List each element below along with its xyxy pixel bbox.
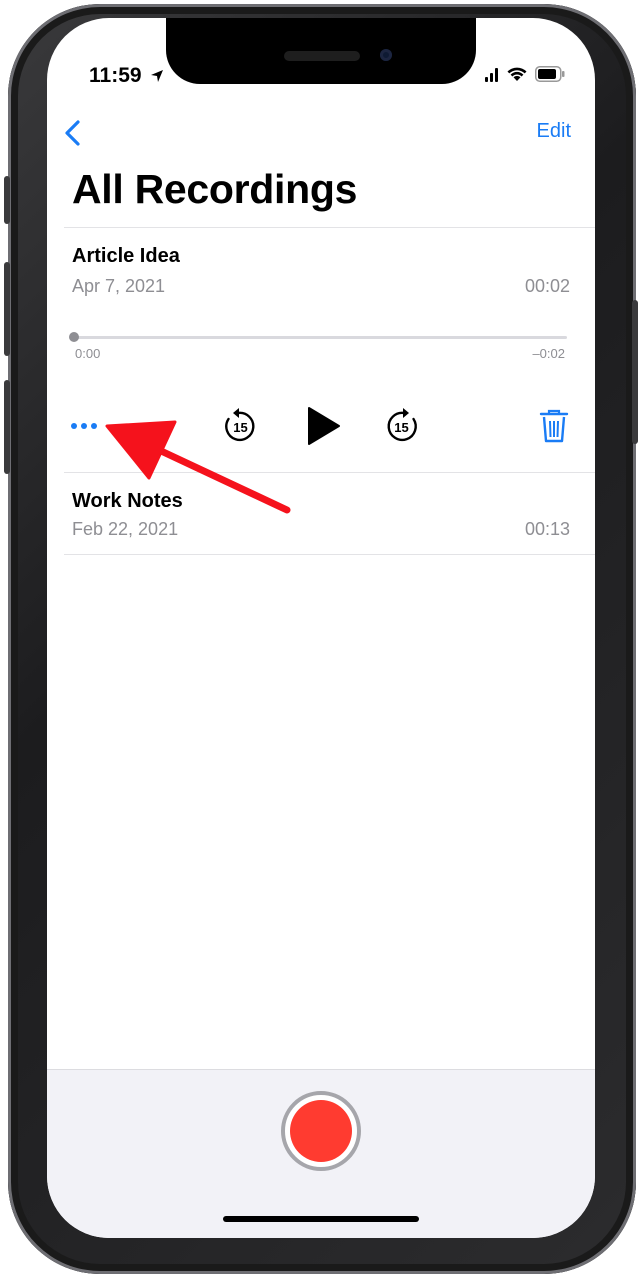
home-indicator[interactable] [223, 1216, 419, 1222]
skip-forward-15-icon: 15 [387, 408, 417, 441]
recording-date: Apr 7, 2021 [72, 276, 166, 296]
svg-text:15: 15 [394, 420, 408, 435]
page-title: All Recordings [72, 166, 358, 212]
mute-switch [4, 176, 10, 224]
back-button[interactable] [61, 118, 85, 148]
playback-scrubber[interactable] [74, 336, 567, 339]
scrubber-handle[interactable] [69, 332, 79, 342]
elapsed-time: 0:00 [75, 346, 101, 361]
ellipsis-dot [71, 423, 77, 429]
recording-name: Article Idea [72, 245, 180, 267]
divider [64, 554, 595, 555]
more-options-button[interactable] [71, 416, 107, 436]
skip-forward-15-button[interactable]: 15 [383, 406, 421, 446]
screen: 11:59 Edit All Recordings Article Idea A… [47, 18, 595, 1238]
battery-icon [535, 66, 565, 82]
record-icon [290, 1100, 352, 1162]
recording-name: Work Notes [72, 490, 183, 512]
recording-duration: 00:02 [524, 276, 570, 296]
divider [64, 472, 595, 473]
location-arrow-icon [151, 70, 164, 83]
ellipsis-dot [91, 423, 97, 429]
ellipsis-dot [81, 423, 87, 429]
divider [64, 227, 595, 228]
skip-back-15-icon: 15 [225, 408, 255, 441]
remaining-time: –0:02 [532, 346, 565, 361]
wifi-icon [507, 67, 527, 81]
earpiece-speaker [284, 51, 360, 61]
cellular-signal-icon [485, 68, 498, 82]
volume-down-button [4, 380, 10, 474]
front-camera [380, 49, 392, 61]
record-button[interactable] [281, 1091, 361, 1171]
status-time: 11:59 [89, 64, 164, 88]
svg-text:15: 15 [233, 420, 247, 435]
notch [166, 18, 476, 84]
recording-duration: 00:13 [524, 519, 570, 539]
recording-date: Feb 22, 2021 [72, 519, 179, 539]
power-button [632, 300, 638, 444]
play-button[interactable] [303, 405, 343, 447]
status-indicators [485, 66, 565, 82]
edit-button[interactable]: Edit [537, 120, 571, 143]
delete-button[interactable] [539, 408, 569, 444]
volume-up-button [4, 262, 10, 356]
play-icon [308, 407, 340, 445]
trash-icon [539, 409, 569, 443]
skip-back-15-button[interactable]: 15 [221, 406, 259, 446]
chevron-left-icon [65, 120, 80, 146]
